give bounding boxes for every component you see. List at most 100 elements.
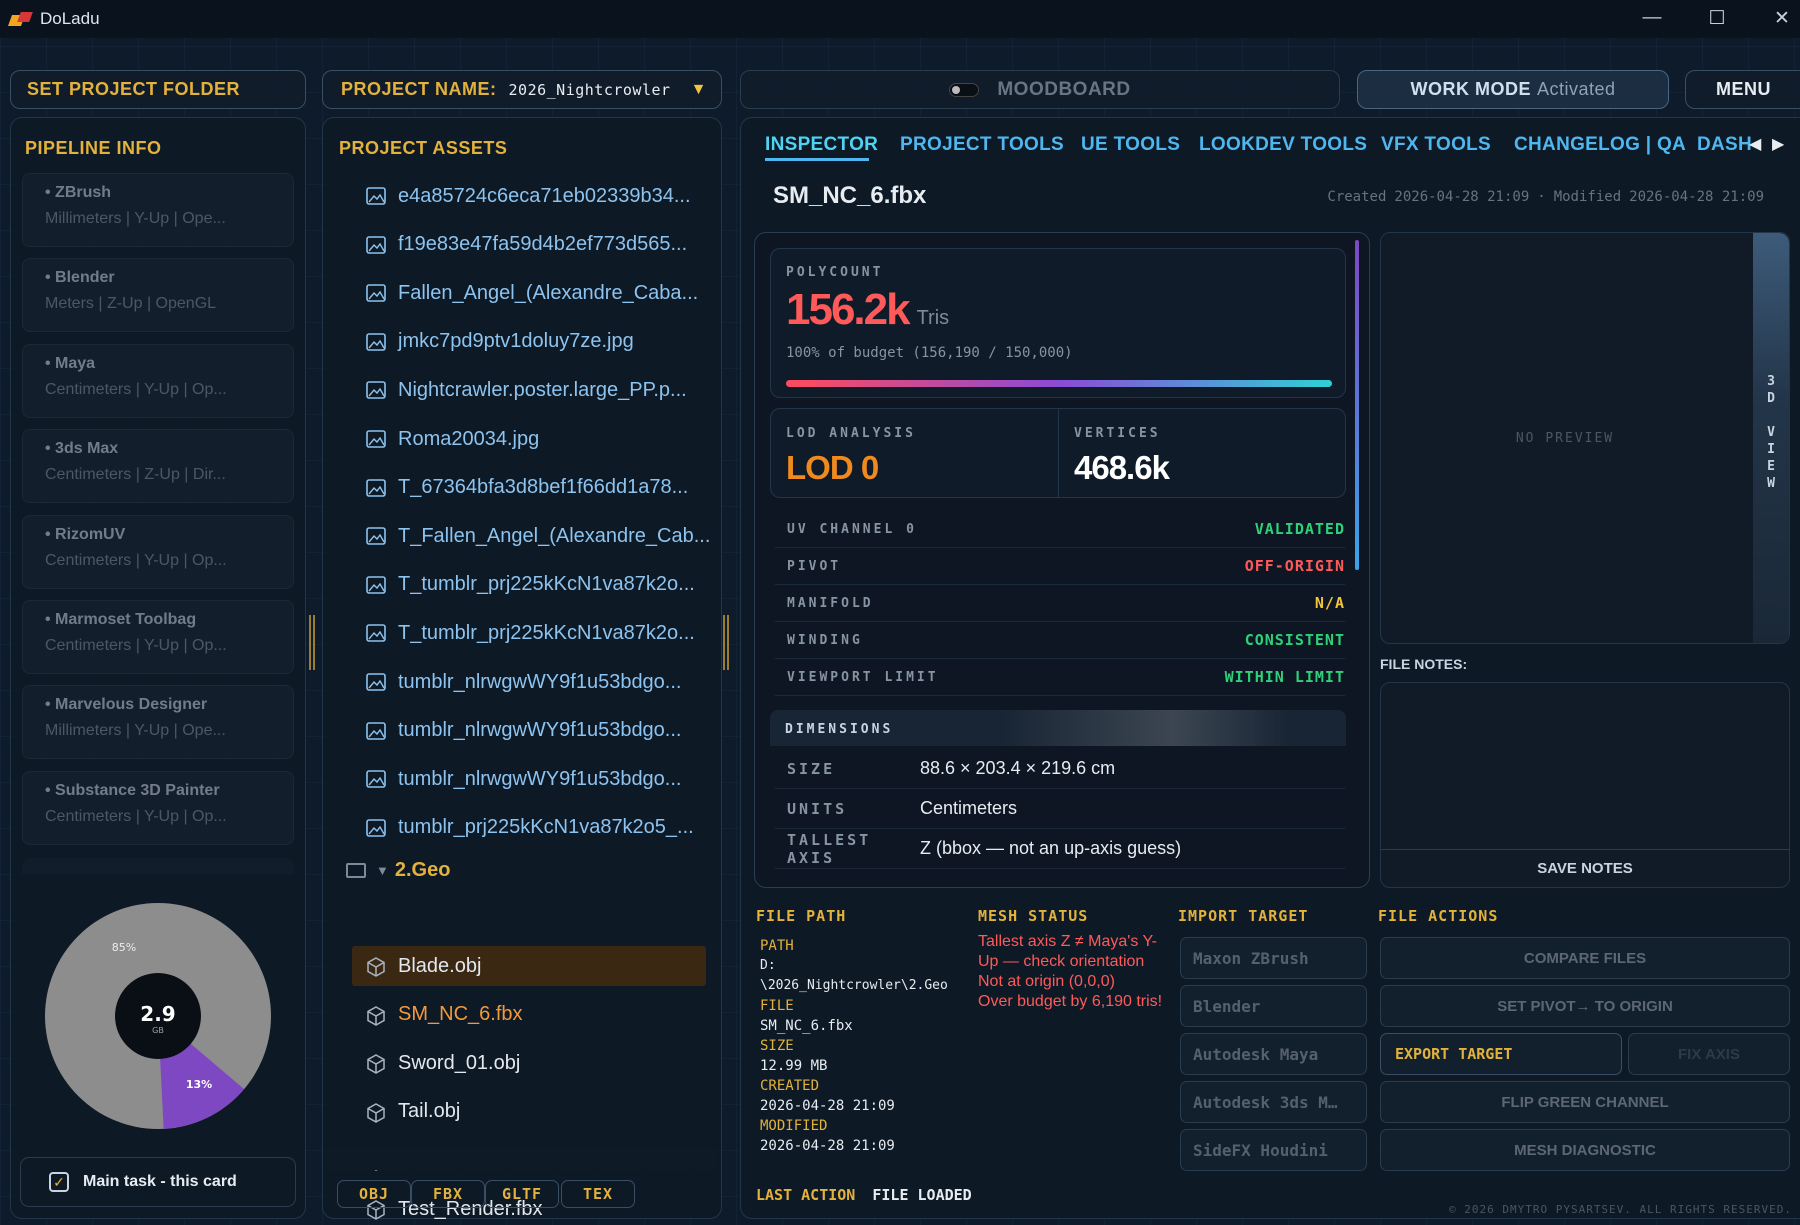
- file-path-details: PATH D: \2026_Nightcrowler\2.Geo FILE SM…: [760, 936, 970, 1156]
- pipeline-card[interactable]: • Blender Meters | Z-Up | OpenGL: [22, 258, 294, 333]
- asset-image-item[interactable]: Fallen_Angel_(Alexandre_Caba...: [340, 273, 710, 313]
- menu-button[interactable]: MENU: [1685, 70, 1800, 109]
- pipeline-card-name: • Blender: [45, 269, 115, 287]
- import-target-button[interactable]: Maxon ZBrush: [1180, 937, 1367, 979]
- dimension-value: Z (bbox — not an up-axis guess): [920, 838, 1182, 858]
- close-button[interactable]: ✕: [1754, 0, 1800, 36]
- moodboard-toggle[interactable]: MOODBOARD: [740, 70, 1340, 109]
- image-file-icon: [366, 478, 386, 497]
- compare-files-button[interactable]: COMPARE FILES: [1380, 937, 1790, 979]
- stats-scrollbar[interactable]: [1355, 240, 1359, 570]
- tab-ue-tools[interactable]: UE TOOLS: [1081, 134, 1180, 156]
- asset-name: T_tumblr_prj225kKcN1va87k2o...: [398, 573, 695, 596]
- asset-image-item[interactable]: T_67364bfa3d8bef1f66dd1a78...: [340, 468, 710, 508]
- minimize-button[interactable]: —: [1624, 0, 1680, 36]
- app-title: DoLadu: [40, 9, 100, 28]
- toggle-switch-icon[interactable]: [949, 82, 980, 97]
- asset-mesh-item-selected[interactable]: SM_NC_6.fbx: [340, 995, 710, 1035]
- asset-image-item[interactable]: T_Fallen_Angel_(Alexandre_Cab...: [340, 516, 710, 556]
- work-mode-button[interactable]: WORK MODE Activated: [1357, 70, 1669, 109]
- vertices-value: 468.6k: [1074, 449, 1170, 486]
- lod-value: LOD 0: [786, 449, 879, 486]
- splitter-handle[interactable]: [309, 615, 315, 670]
- mesh-status-line: Tallest axis Z ≠ Maya's Y-Up — check ori…: [978, 933, 1158, 970]
- tab-lookdev-tools[interactable]: LOOKDEV TOOLS: [1199, 134, 1367, 156]
- pipeline-card[interactable]: • RizomUV Centimeters | Y-Up | Op...: [22, 514, 294, 589]
- asset-mesh-item[interactable]: Sword_01.obj: [340, 1043, 710, 1083]
- asset-name: SM_NC_6.fbx: [398, 1003, 523, 1026]
- pipeline-card[interactable]: • ZBrush Millimeters | Y-Up | Ope...: [22, 173, 294, 247]
- main-task-card[interactable]: ✓ Main task - this card: [20, 1157, 296, 1207]
- asset-mesh-item[interactable]: Blade.obj: [340, 946, 710, 986]
- path-value: D: \2026_Nightcrowler\2.Geo: [760, 958, 948, 993]
- asset-image-item[interactable]: T_tumblr_prj225kKcN1va87k2o...: [340, 613, 710, 653]
- import-target-button[interactable]: Autodesk Maya: [1180, 1033, 1367, 1075]
- asset-mesh-item[interactable]: Tail.obj: [340, 1092, 710, 1132]
- tab-inspector[interactable]: INSPECTOR: [765, 134, 878, 156]
- project-name-label: PROJECT NAME:: [341, 79, 497, 99]
- preview-viewport[interactable]: NO PREVIEW 3 D V I E W: [1380, 232, 1790, 644]
- pipeline-card-spec: Centimeters | Y-Up | Op...: [45, 637, 227, 654]
- maximize-button[interactable]: ☐: [1689, 0, 1745, 36]
- project-name-select[interactable]: PROJECT NAME: 2026_Nightcrowler ▼: [322, 70, 722, 109]
- image-file-icon: [366, 770, 386, 788]
- asset-image-item[interactable]: T_tumblr_prj225kKcN1va87k2o...: [340, 565, 710, 605]
- flip-green-channel-button[interactable]: FLIP GREEN CHANNEL: [1380, 1081, 1790, 1123]
- import-target-button[interactable]: Blender: [1180, 985, 1367, 1027]
- created-value: 2026-04-28 21:09: [760, 1098, 895, 1114]
- export-target-button[interactable]: EXPORT TARGET: [1380, 1033, 1622, 1075]
- pipeline-card[interactable]: • Marmoset Toolbag Centimeters | Y-Up | O…: [22, 600, 294, 674]
- folder-2-geo[interactable]: ▼ 2.Geo: [340, 850, 450, 890]
- tab-changelog-qa[interactable]: CHANGELOG | QA: [1514, 134, 1686, 156]
- pipeline-card[interactable]: • 3ds Max Centimeters | Z-Up | Dir...: [22, 429, 294, 504]
- pipeline-card[interactable]: • Maya Centimeters | Y-Up | Op...: [22, 343, 294, 418]
- file-notes-textarea[interactable]: SAVE NOTES: [1380, 682, 1790, 888]
- asset-name: jmkc7pd9ptv1doluy7ze.jpg: [398, 330, 634, 353]
- dimension-value: 88.6 × 203.4 × 219.6 cm: [920, 758, 1116, 778]
- tab-vfx-tools[interactable]: VFX TOOLS: [1381, 134, 1491, 156]
- splitter-handle[interactable]: [723, 615, 729, 670]
- asset-name: Nightcrawler.poster.large_PP.p...: [398, 378, 687, 401]
- set-pivot-button[interactable]: SET PIVOT→ TO ORIGIN: [1380, 985, 1790, 1027]
- 3d-view-tab[interactable]: 3 D V I E W: [1753, 233, 1789, 643]
- asset-image-item[interactable]: tumblr_nlrwgwWY9f1u53bdgo...: [340, 662, 710, 702]
- asset-image-item[interactable]: Nightcrawler.poster.large_PP.p...: [340, 370, 710, 410]
- created-value: 2026-04-28 21:09: [1394, 189, 1530, 205]
- tab-scroll-right-icon[interactable]: ▶: [1772, 134, 1784, 154]
- work-mode-label: WORK MODE: [1410, 79, 1531, 99]
- asset-image-item[interactable]: tumblr_nlrwgwWY9f1u53bdgo...: [340, 711, 710, 751]
- asset-image-item[interactable]: Roma20034.jpg: [340, 419, 710, 459]
- checkbox-icon[interactable]: ✓: [49, 1172, 69, 1192]
- import-target-button[interactable]: Autodesk 3ds M…: [1180, 1081, 1367, 1123]
- import-target-button[interactable]: SideFX Houdini: [1180, 1129, 1367, 1171]
- save-notes-button[interactable]: SAVE NOTES: [1381, 849, 1789, 887]
- mesh-status-line: Not at origin (0,0,0): [978, 973, 1115, 990]
- check-label: VIEWPORT LIMIT: [787, 669, 939, 685]
- asset-image-item[interactable]: tumblr_nlrwgwWY9f1u53bdgo...: [340, 759, 710, 799]
- file-timestamps: Created 2026-04-28 21:09 · Modified 2026-0…: [1327, 189, 1764, 205]
- image-file-icon: [366, 721, 386, 740]
- polycount-bar-track: [786, 380, 1332, 387]
- asset-image-item[interactable]: f19e83e47fa59d4b2ef773d565...: [340, 225, 710, 265]
- set-project-folder-button[interactable]: SET PROJECT FOLDER: [10, 70, 306, 109]
- mesh-diagnostic-button[interactable]: MESH DIAGNOSTIC: [1380, 1129, 1790, 1171]
- pipeline-card[interactable]: • Marvelous Designer Millimeters | Y-Up |…: [22, 685, 294, 760]
- filter-fbx-button[interactable]: FBX: [411, 1180, 485, 1208]
- fix-axis-button[interactable]: FIX AXIS: [1628, 1033, 1790, 1075]
- image-file-icon: [366, 818, 386, 837]
- disk-usage-chart: 2.9 GB 85% 13%: [45, 903, 271, 1129]
- disk-used-label: 85%: [112, 941, 136, 954]
- file-value: SM_NC_6.fbx: [760, 1018, 853, 1034]
- tab-dash[interactable]: DASH: [1697, 134, 1752, 156]
- asset-image-item[interactable]: tumblr_prj225kKcN1va87k2o5_...: [340, 808, 710, 848]
- tab-project-tools[interactable]: PROJECT TOOLS: [900, 134, 1064, 156]
- image-file-icon: [366, 235, 386, 254]
- filter-tex-button[interactable]: TEX: [561, 1180, 635, 1208]
- tab-scroll-left-icon[interactable]: ◀: [1749, 134, 1761, 154]
- asset-image-item[interactable]: jmkc7pd9ptv1doluy7ze.jpg: [340, 322, 710, 362]
- filter-gltf-button[interactable]: GLTF: [485, 1180, 559, 1208]
- pipeline-card[interactable]: • Substance 3D Painter Centimeters | Y-Up…: [22, 770, 294, 845]
- asset-image-item[interactable]: e4a85724c6eca71eb02339b34...: [340, 176, 710, 216]
- moodboard-label: MOODBOARD: [997, 78, 1131, 100]
- filter-obj-button[interactable]: OBJ: [337, 1180, 411, 1208]
